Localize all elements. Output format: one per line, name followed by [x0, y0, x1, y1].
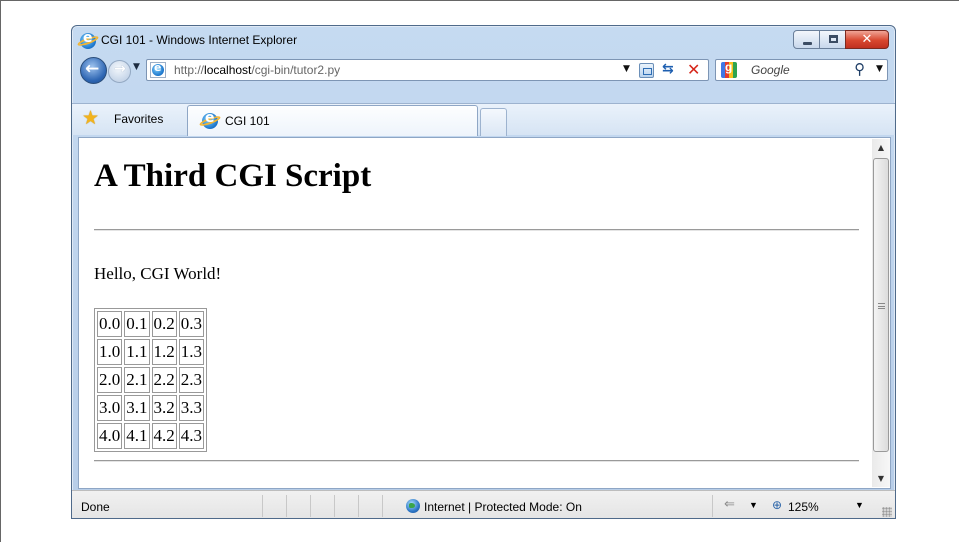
- security-zone-text[interactable]: Internet | Protected Mode: On: [424, 500, 582, 514]
- table-row: 3.0 3.1 3.2 3.3: [97, 395, 204, 421]
- table-cell: 2.3: [178, 367, 204, 393]
- page-viewport: A Third CGI Script Hello, CGI World! 0.0…: [79, 138, 867, 488]
- ie-page-icon: [152, 61, 164, 76]
- table-cell: 1.3: [178, 339, 204, 365]
- table-cell: 1.1: [124, 339, 150, 365]
- zoom-icon: ⊕: [772, 498, 783, 512]
- address-bar[interactable]: http://localhost/cgi-bin/tutor2.py ▼ ⇆ ✕: [146, 59, 709, 81]
- search-icon[interactable]: ⚲: [854, 60, 865, 78]
- minimize-button[interactable]: [793, 30, 820, 49]
- browser-window: CGI 101 - Windows Internet Explorer ✕ ← …: [71, 25, 896, 519]
- data-table: 0.0 0.1 0.2 0.3 1.0 1.1 1.2 1.3 2.0 2.1: [94, 308, 207, 452]
- security-settings-icon[interactable]: ⇐: [724, 497, 735, 512]
- table-cell: 1.0: [97, 339, 123, 365]
- search-options-dropdown-icon[interactable]: ▼: [876, 64, 883, 74]
- table-cell: 3.3: [178, 395, 204, 421]
- table-cell: 0.2: [151, 311, 177, 337]
- page-left-border: [0, 0, 1, 542]
- table-cell: 2.0: [97, 367, 123, 393]
- search-box[interactable]: Google ⚲ ▼: [715, 59, 888, 81]
- table-cell: 4.1: [124, 423, 150, 449]
- table-cell: 4.0: [97, 423, 123, 449]
- status-divider: [334, 495, 335, 517]
- table-cell: 0.0: [97, 311, 123, 337]
- status-text: Done: [81, 500, 110, 514]
- ie-logo-icon: [76, 30, 100, 49]
- tab-bar: ★ Favorites CGI 101: [72, 103, 895, 136]
- status-divider: [310, 495, 311, 517]
- scroll-up-icon[interactable]: ▲: [872, 139, 890, 156]
- google-logo-icon: [721, 60, 737, 78]
- page-icon: [150, 61, 166, 78]
- url-host: localhost: [204, 63, 252, 77]
- table-cell: 2.2: [151, 367, 177, 393]
- url-prefix: http://: [174, 63, 205, 77]
- page-heading: A Third CGI Script: [94, 158, 372, 194]
- window-controls: ✕: [793, 30, 889, 49]
- navigation-bar: ← → ▼ http://localhost/cgi-bin/tutor2.py…: [72, 55, 895, 85]
- table-row: 0.0 0.1 0.2 0.3: [97, 311, 204, 337]
- maximize-button[interactable]: [819, 30, 846, 49]
- table-cell: 3.0: [97, 395, 123, 421]
- table-cell: 4.3: [178, 423, 204, 449]
- content-frame: A Third CGI Script Hello, CGI World! 0.0…: [78, 137, 891, 489]
- page-top-border: [0, 0, 959, 1]
- table-row: 1.0 1.1 1.2 1.3: [97, 339, 204, 365]
- ie-tab-icon: [198, 110, 222, 129]
- url-path: /cgi-bin/tutor2.py: [251, 63, 341, 77]
- zoom-level[interactable]: 125%: [788, 500, 819, 514]
- resize-grip-icon[interactable]: [882, 507, 892, 517]
- table-cell: 0.3: [178, 311, 204, 337]
- url-text[interactable]: http://localhost/cgi-bin/tutor2.py: [174, 63, 340, 77]
- star-icon: ★: [82, 107, 100, 129]
- forward-button[interactable]: →: [108, 60, 131, 83]
- recent-pages-dropdown-icon[interactable]: ▼: [133, 62, 140, 72]
- scrollbar-thumb[interactable]: [873, 158, 889, 452]
- tab-cgi-101[interactable]: CGI 101: [187, 105, 478, 136]
- horizontal-rule: [94, 460, 859, 462]
- table-cell: 0.1: [124, 311, 150, 337]
- table-cell: 2.1: [124, 367, 150, 393]
- vertical-scrollbar[interactable]: ▲ ▼: [872, 139, 890, 487]
- horizontal-rule: [94, 229, 859, 231]
- new-tab-button[interactable]: [480, 108, 507, 136]
- security-dropdown-icon[interactable]: ▼: [749, 500, 758, 510]
- compatibility-view-icon[interactable]: [639, 63, 654, 78]
- refresh-icon[interactable]: ⇆: [662, 61, 674, 77]
- status-divider: [262, 495, 263, 517]
- table-row: 2.0 2.1 2.2 2.3: [97, 367, 204, 393]
- status-bar: Done Internet | Protected Mode: On ⇐ ▼ ⊕…: [72, 490, 895, 518]
- minimize-icon: [803, 42, 812, 45]
- table-cell: 1.2: [151, 339, 177, 365]
- window-title: CGI 101 - Windows Internet Explorer: [101, 33, 298, 47]
- favorites-label: Favorites: [114, 112, 164, 126]
- back-arrow-icon: ←: [85, 59, 100, 79]
- table-cell: 3.1: [124, 395, 150, 421]
- title-bar: CGI 101 - Windows Internet Explorer ✕: [72, 26, 895, 54]
- status-divider: [382, 495, 383, 517]
- forward-arrow-icon: →: [114, 61, 126, 77]
- close-icon: ✕: [861, 32, 873, 47]
- status-divider: [358, 495, 359, 517]
- status-divider: [286, 495, 287, 517]
- scrollbar-grip-icon: [878, 303, 885, 309]
- stop-icon[interactable]: ✕: [687, 60, 700, 79]
- table-cell: 3.2: [151, 395, 177, 421]
- search-placeholder: Google: [751, 63, 790, 77]
- greeting-text: Hello, CGI World!: [94, 264, 222, 283]
- close-button[interactable]: ✕: [845, 30, 889, 49]
- table-cell: 4.2: [151, 423, 177, 449]
- globe-icon: [406, 499, 420, 513]
- zoom-dropdown-icon[interactable]: ▼: [855, 500, 864, 510]
- tab-label: CGI 101: [225, 114, 270, 128]
- table-row: 4.0 4.1 4.2 4.3: [97, 423, 204, 449]
- address-dropdown-icon[interactable]: ▼: [623, 64, 630, 74]
- status-divider: [712, 495, 713, 517]
- back-button[interactable]: ←: [80, 57, 107, 84]
- maximize-icon: [829, 35, 838, 43]
- scroll-down-icon[interactable]: ▼: [872, 470, 890, 487]
